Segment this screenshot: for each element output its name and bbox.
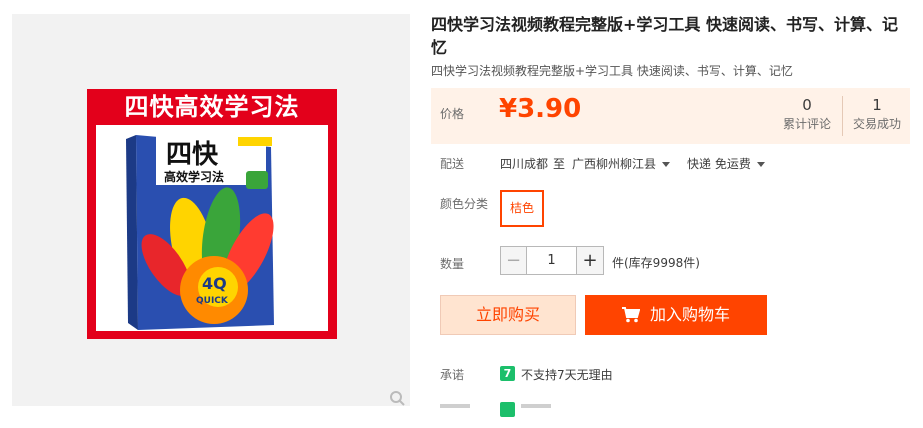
- buy-now-button[interactable]: 立即购买: [440, 295, 576, 335]
- cutoff-row-label: [440, 404, 470, 408]
- cutoff-row-text: [521, 404, 551, 408]
- quantity-label: 数量: [440, 257, 465, 271]
- seven-day-icon: 7: [500, 366, 515, 381]
- svg-text:4Q: 4Q: [202, 274, 227, 293]
- add-to-cart-button[interactable]: 加入购物车: [585, 295, 767, 335]
- price-value: ¥3.90: [499, 94, 582, 124]
- stock-text: 件(库存9998件): [612, 256, 700, 270]
- sales-count: 1: [872, 96, 882, 114]
- promise-label: 承诺: [440, 368, 465, 382]
- product-subtitle: 四快学习法视频教程完整版+学习工具 快速阅读、书写、计算、记忆: [431, 64, 793, 78]
- product-title: 四快学习法视频教程完整版+学习工具 快速阅读、书写、计算、记忆: [431, 15, 898, 57]
- cover-book-sub: 高效学习法: [164, 169, 224, 184]
- cover-title: 四快高效学习法: [124, 93, 300, 121]
- quantity-increase-button[interactable]: +: [576, 246, 604, 275]
- add-to-cart-label: 加入购物车: [649, 305, 730, 324]
- caret-down-icon: [756, 162, 765, 167]
- reviews-label: 累计评论: [782, 117, 831, 131]
- shipping-label: 配送: [440, 157, 465, 171]
- zoom-icon[interactable]: [389, 390, 405, 406]
- reviews-stat[interactable]: 0 累计评论: [777, 95, 837, 133]
- stat-divider: [842, 96, 843, 136]
- reviews-count: 0: [802, 96, 812, 114]
- color-option-orange[interactable]: 桔色: [500, 190, 544, 227]
- shipping-method-select[interactable]: 快递 免运费: [687, 155, 765, 172]
- cover-book-art: 四快 高效学习法 4Q QUICK: [96, 125, 328, 331]
- product-main-image[interactable]: 四快高效学习法 四快 高效学习法 4Q QUICK: [87, 89, 337, 339]
- destination-select[interactable]: 广西柳州柳江县: [572, 155, 671, 172]
- destination-text: 广西柳州柳江县: [572, 157, 657, 171]
- cart-icon: [621, 307, 640, 323]
- price-label: 价格: [440, 107, 465, 121]
- ship-from: 四川成都: [500, 157, 549, 171]
- ship-to-word: 至: [553, 157, 566, 171]
- cover-book-title: 四快: [166, 140, 219, 170]
- cutoff-row-icon: [500, 402, 515, 417]
- shipping-method-text: 快递 免运费: [687, 157, 751, 171]
- color-label: 颜色分类: [440, 197, 489, 211]
- quantity-input[interactable]: 1: [526, 246, 577, 275]
- promise-text: 不支持7天无理由: [521, 368, 613, 382]
- sales-label: 交易成功: [852, 117, 901, 131]
- sales-stat: 1 交易成功: [847, 95, 907, 133]
- book-illustration: 四快 高效学习法 4Q QUICK: [126, 133, 274, 330]
- price-panel: 价格 ¥3.90 0 累计评论 1 交易成功: [431, 88, 910, 144]
- quantity-decrease-button[interactable]: −: [500, 246, 527, 275]
- svg-text:QUICK: QUICK: [196, 296, 229, 306]
- caret-down-icon: [662, 162, 671, 167]
